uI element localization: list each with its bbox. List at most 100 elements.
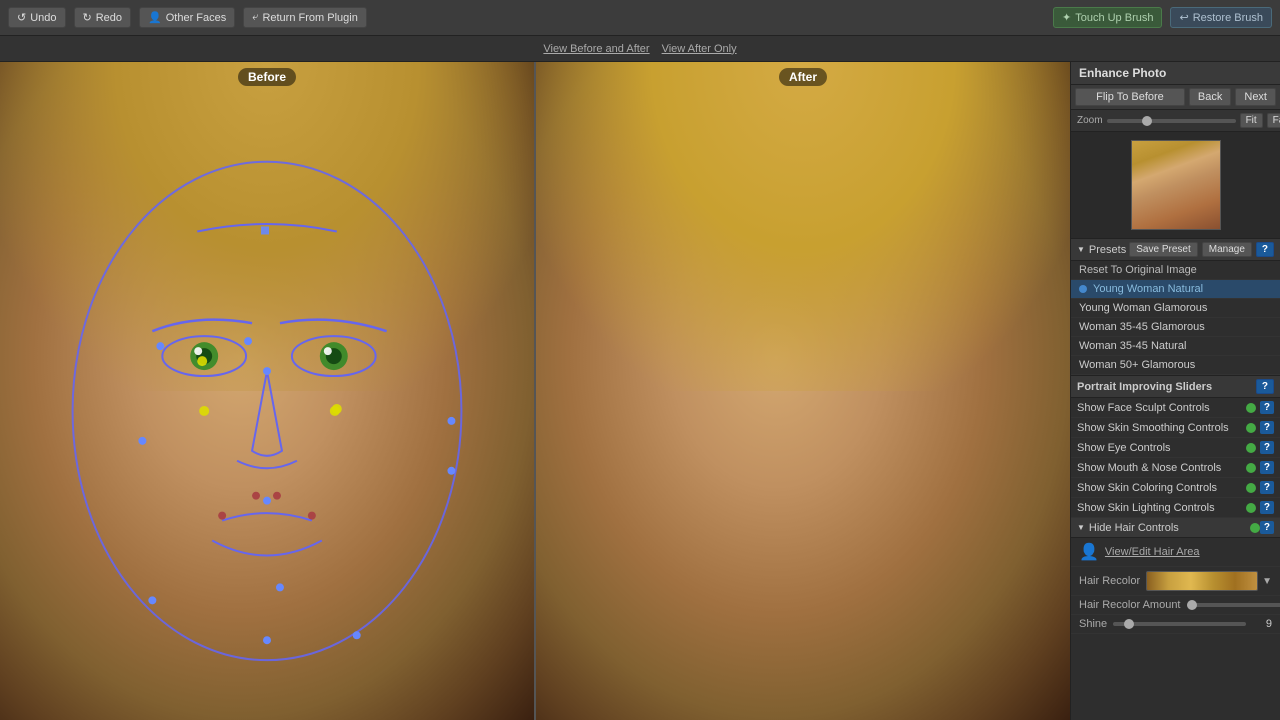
mouth-nose-status-dot <box>1246 463 1256 473</box>
reset-label: Reset To Original Image <box>1079 264 1197 276</box>
presets-help-button[interactable]: ? <box>1256 242 1274 257</box>
skin-coloring-help-button[interactable]: ? <box>1260 481 1274 494</box>
right-panel: Enhance Photo Flip To Before Back Next Z… <box>1070 62 1280 720</box>
back-button[interactable]: Back <box>1189 88 1231 106</box>
enhance-title-text: Enhance Photo <box>1079 66 1166 80</box>
after-label: After <box>779 68 827 86</box>
face-sculpt-status-dot <box>1246 403 1256 413</box>
skin-lighting-label: Show Skin Lighting Controls <box>1077 502 1242 514</box>
skin-lighting-status-dot <box>1246 503 1256 513</box>
canvas-area: Before <box>0 62 1070 720</box>
view-after-only-link[interactable]: View After Only <box>662 43 737 55</box>
skin-coloring-row[interactable]: Show Skin Coloring Controls ? <box>1071 478 1280 498</box>
hair-header[interactable]: ▼ Hide Hair Controls ? <box>1071 518 1280 538</box>
hair-help-button[interactable]: ? <box>1260 521 1274 534</box>
skin-lighting-row[interactable]: Show Skin Lighting Controls ? <box>1071 498 1280 518</box>
zoom-label: Zoom <box>1077 115 1103 126</box>
preset-item-young-natural[interactable]: Young Woman Natural <box>1071 280 1280 299</box>
shine-label: Shine <box>1079 618 1107 630</box>
preset-young-natural-label: Young Woman Natural <box>1093 283 1203 295</box>
presets-buttons: Save Preset Manage ? <box>1129 242 1274 257</box>
mouth-nose-row[interactable]: Show Mouth & Nose Controls ? <box>1071 458 1280 478</box>
hair-recolor-label: Hair Recolor <box>1079 575 1140 587</box>
manage-presets-button[interactable]: Manage <box>1202 242 1252 257</box>
save-preset-button[interactable]: Save Preset <box>1129 242 1197 257</box>
hair-dropdown-arrow-icon[interactable]: ▼ <box>1262 576 1272 587</box>
preset-selected-dot <box>1079 285 1087 293</box>
eye-controls-status-dot <box>1246 443 1256 453</box>
view-before-after-link[interactable]: View Before and After <box>543 43 649 55</box>
redo-button[interactable]: ↻ Redo <box>74 7 132 28</box>
presets-section: ▼ Presets Save Preset Manage ? Reset To … <box>1071 239 1280 376</box>
skin-smoothing-help-button[interactable]: ? <box>1260 421 1274 434</box>
before-label: Before <box>238 68 296 86</box>
skin-smoothing-status-dot <box>1246 423 1256 433</box>
hair-swatch-container: ▼ <box>1146 571 1272 591</box>
face-sculpt-row[interactable]: Show Face Sculpt Controls ? <box>1071 398 1280 418</box>
view-bar: View Before and After View After Only <box>0 36 1280 62</box>
hair-color-swatch[interactable] <box>1146 571 1258 591</box>
nav-bar: Flip To Before Back Next <box>1071 85 1280 110</box>
thumbnail-face-image <box>1132 141 1220 229</box>
eye-controls-help-button[interactable]: ? <box>1260 441 1274 454</box>
toolbar: ↺ Undo ↻ Redo 👤 Other Faces ⤶ Return Fro… <box>0 0 1280 36</box>
eye-controls-row[interactable]: Show Eye Controls ? <box>1071 438 1280 458</box>
shine-row: Shine 9 <box>1071 615 1280 634</box>
view-edit-hair-label[interactable]: View/Edit Hair Area <box>1105 546 1272 558</box>
preset-item-woman-35-glam[interactable]: Woman 35-45 Glamorous <box>1071 318 1280 337</box>
after-panel: After <box>536 62 1070 720</box>
sliders-label: Portrait Improving Sliders <box>1077 381 1256 393</box>
skin-lighting-help-button[interactable]: ? <box>1260 501 1274 514</box>
presets-label: Presets <box>1089 244 1129 256</box>
preset-item-woman-35-nat[interactable]: Woman 35-45 Natural <box>1071 337 1280 356</box>
fit-zoom-button[interactable]: Fit <box>1240 113 1263 128</box>
hair-area-icon: 👤 <box>1079 542 1099 562</box>
other-faces-button[interactable]: 👤 Other Faces <box>139 7 235 28</box>
sliders-section: Portrait Improving Sliders ? Show Face S… <box>1071 376 1280 518</box>
touch-up-button[interactable]: ✦ Touch Up Brush <box>1053 7 1162 28</box>
restore-brush-button[interactable]: ↩ Restore Brush <box>1170 7 1272 28</box>
preset-item-young-glamorous[interactable]: Young Woman Glamorous <box>1071 299 1280 318</box>
hair-header-label: Hide Hair Controls <box>1089 522 1250 534</box>
presets-triangle-icon: ▼ <box>1077 245 1085 254</box>
undo-icon: ↺ <box>17 11 26 24</box>
preset-young-glamorous-label: Young Woman Glamorous <box>1079 302 1207 314</box>
preset-woman-35-glam-label: Woman 35-45 Glamorous <box>1079 321 1205 333</box>
hair-status-dot <box>1250 523 1260 533</box>
skin-smoothing-row[interactable]: Show Skin Smoothing Controls ? <box>1071 418 1280 438</box>
hair-section: ▼ Hide Hair Controls ? 👤 View/Edit Hair … <box>1071 518 1280 634</box>
shine-slider[interactable] <box>1113 622 1246 626</box>
mouth-nose-help-button[interactable]: ? <box>1260 461 1274 474</box>
photo-thumbnail <box>1131 140 1221 230</box>
hair-recolor-amount-row: Hair Recolor Amount 0 <box>1071 596 1280 615</box>
plugin-icon: ⤶ <box>252 11 258 24</box>
thumbnail-area <box>1071 132 1280 239</box>
zoom-slider[interactable] <box>1107 119 1236 123</box>
return-plugin-button[interactable]: ⤶ Return From Plugin <box>243 7 367 28</box>
brush-icon: ✦ <box>1062 11 1071 24</box>
preset-woman-35-nat-label: Woman 35-45 Natural <box>1079 340 1186 352</box>
mouth-nose-label: Show Mouth & Nose Controls <box>1077 462 1242 474</box>
eye-controls-label: Show Eye Controls <box>1077 442 1242 454</box>
face-zoom-button[interactable]: Face <box>1267 113 1280 128</box>
sliders-help-button[interactable]: ? <box>1256 379 1274 394</box>
main-area: Before <box>0 62 1280 720</box>
flip-to-before-button[interactable]: Flip To Before <box>1075 88 1185 106</box>
undo-button[interactable]: ↺ Undo <box>8 7 66 28</box>
hair-triangle-icon: ▼ <box>1077 523 1085 532</box>
face-sculpt-help-button[interactable]: ? <box>1260 401 1274 414</box>
sliders-header: Portrait Improving Sliders ? <box>1071 376 1280 398</box>
preset-item-woman-50-glam[interactable]: Woman 50+ Glamorous <box>1071 356 1280 375</box>
preset-woman-50-glam-label: Woman 50+ Glamorous <box>1079 359 1195 371</box>
presets-header[interactable]: ▼ Presets Save Preset Manage ? <box>1071 239 1280 261</box>
hair-recolor-amount-label: Hair Recolor Amount <box>1079 599 1181 611</box>
view-edit-hair-row[interactable]: 👤 View/Edit Hair Area <box>1071 538 1280 567</box>
hair-recolor-amount-slider[interactable] <box>1187 603 1280 607</box>
next-button[interactable]: Next <box>1235 88 1276 106</box>
preset-item-reset[interactable]: Reset To Original Image <box>1071 261 1280 280</box>
hair-recolor-row: Hair Recolor ▼ <box>1071 567 1280 596</box>
shine-value: 9 <box>1252 618 1272 630</box>
skin-smoothing-label: Show Skin Smoothing Controls <box>1077 422 1242 434</box>
before-panel: Before <box>0 62 534 720</box>
skin-coloring-status-dot <box>1246 483 1256 493</box>
